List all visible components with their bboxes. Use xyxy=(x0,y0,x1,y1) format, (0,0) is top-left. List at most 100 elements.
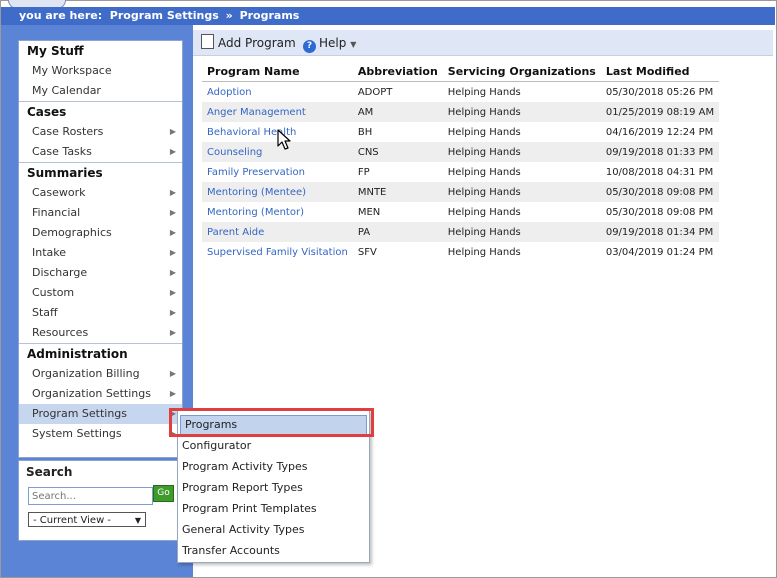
abbreviation-cell: SFV xyxy=(357,246,377,258)
servicing-org-cell: Helping Hands xyxy=(447,206,521,218)
servicing-org-cell: Helping Hands xyxy=(442,102,601,122)
last-modified-cell: 09/19/2018 01:34 PM xyxy=(600,222,720,242)
program-name-link[interactable]: Family Preservation xyxy=(202,162,353,182)
sidebar-item-label: System Settings xyxy=(32,427,122,440)
program-name-link[interactable]: Supervised Family Visitation xyxy=(202,242,353,262)
sidebar-item-system-settings[interactable]: System Settings ▶ xyxy=(19,424,182,444)
abbreviation-cell: ADOPT xyxy=(357,86,393,98)
sidebar-item-label: Case Rosters xyxy=(32,125,104,138)
abbreviation-cell: AM xyxy=(352,102,443,122)
sidebar-nav: My Stuff My Workspace My Calendar Cases … xyxy=(18,40,183,458)
sidebar-item-label: Financial xyxy=(32,206,81,219)
help-button[interactable]: ? Help ▼ xyxy=(303,34,357,53)
breadcrumb-current: Programs xyxy=(239,9,300,22)
submenu-item-transfer-accounts[interactable]: Transfer Accounts xyxy=(178,540,369,561)
submenu-item-program-print-templates[interactable]: Program Print Templates xyxy=(178,498,369,519)
column-header-program-name[interactable]: Program Name xyxy=(202,62,353,82)
chevron-right-icon: ▶ xyxy=(169,369,176,378)
column-header-abbreviation[interactable]: Abbreviation xyxy=(352,62,443,82)
sidebar-item-my-workspace[interactable]: My Workspace xyxy=(19,61,182,81)
sidebar-item-label: Custom xyxy=(32,286,75,299)
view-select[interactable]: - Current View - ▼ xyxy=(28,512,146,527)
abbreviation-cell: FP xyxy=(357,166,370,178)
sidebar-item-custom[interactable]: Custom ▶ xyxy=(19,283,182,303)
sidebar-item-discharge[interactable]: Discharge ▶ xyxy=(19,263,182,283)
submenu-item-program-activity-types[interactable]: Program Activity Types xyxy=(178,456,369,477)
chevron-right-icon: ▶ xyxy=(169,328,176,337)
sidebar-item-program-settings[interactable]: Program Settings ▶ xyxy=(19,404,182,424)
abbreviation-cell: CNS xyxy=(352,142,443,162)
sidebar-item-staff[interactable]: Staff ▶ xyxy=(19,303,182,323)
chevron-right-icon: ▶ xyxy=(169,268,176,277)
sidebar-item-intake[interactable]: Intake ▶ xyxy=(19,243,182,263)
submenu-item-general-activity-types[interactable]: General Activity Types xyxy=(178,519,369,540)
add-program-button[interactable]: Add Program xyxy=(201,34,296,52)
breadcrumb-separator: » xyxy=(225,9,233,22)
sidebar-item-organization-settings[interactable]: Organization Settings ▶ xyxy=(19,384,182,404)
chevron-right-icon: ▶ xyxy=(169,288,176,297)
servicing-org-cell: Helping Hands xyxy=(447,246,521,258)
column-header-last-modified[interactable]: Last Modified xyxy=(600,62,720,82)
sidebar-item-case-rosters[interactable]: Case Rosters ▶ xyxy=(19,122,182,142)
section-administration: Administration xyxy=(19,343,182,364)
sidebar-item-organization-billing[interactable]: Organization Billing ▶ xyxy=(19,364,182,384)
program-name-link[interactable]: Mentoring (Mentor) xyxy=(202,202,353,222)
caret-down-icon: ▼ xyxy=(134,516,141,525)
last-modified-cell: 03/04/2019 01:24 PM xyxy=(605,246,714,258)
highlight-annotation xyxy=(169,408,374,437)
toolbar: Add Program ? Help ▼ xyxy=(193,30,773,56)
breadcrumb-parent-link[interactable]: Program Settings xyxy=(110,9,219,22)
chevron-right-icon: ▶ xyxy=(169,308,176,317)
search-title: Search xyxy=(26,465,73,479)
submenu-item-program-report-types[interactable]: Program Report Types xyxy=(178,477,369,498)
abbreviation-cell: MEN xyxy=(357,206,381,218)
sidebar-item-label: Staff xyxy=(32,306,58,319)
servicing-org-cell: Helping Hands xyxy=(447,166,521,178)
table-row: Adoption ADOPT Helping Hands 05/30/2018 … xyxy=(202,82,719,103)
last-modified-cell: 09/19/2018 01:33 PM xyxy=(600,142,720,162)
sidebar-item-financial[interactable]: Financial ▶ xyxy=(19,203,182,223)
sidebar-item-case-tasks[interactable]: Case Tasks ▶ xyxy=(19,142,182,162)
program-name-link[interactable]: Parent Aide xyxy=(202,222,353,242)
last-modified-cell: 01/25/2019 08:19 AM xyxy=(600,102,720,122)
add-program-label: Add Program xyxy=(218,36,296,50)
sidebar-item-label: Case Tasks xyxy=(32,145,92,158)
table-row: Supervised Family Visitation SFV Helping… xyxy=(202,242,719,262)
table-row: Mentoring (Mentee) MNTE Helping Hands 05… xyxy=(202,182,720,202)
servicing-org-cell: Helping Hands xyxy=(442,142,601,162)
program-name-link[interactable]: Mentoring (Mentee) xyxy=(202,182,353,202)
sidebar-item-resources[interactable]: Resources ▶ xyxy=(19,323,182,343)
submenu-item-configurator[interactable]: Configurator xyxy=(178,435,369,456)
chevron-right-icon: ▶ xyxy=(169,147,176,156)
chevron-right-icon: ▶ xyxy=(169,248,176,257)
table-row: Mentoring (Mentor) MEN Helping Hands 05/… xyxy=(202,202,719,222)
programs-table: Program Name Abbreviation Servicing Orga… xyxy=(202,62,720,262)
view-select-value: - Current View - xyxy=(33,515,112,526)
caret-down-icon: ▼ xyxy=(350,40,357,49)
column-header-servicing-organizations[interactable]: Servicing Organizations xyxy=(442,62,601,82)
sidebar-item-label: Intake xyxy=(32,246,67,259)
chevron-right-icon: ▶ xyxy=(169,228,176,237)
search-input[interactable] xyxy=(28,487,153,505)
sidebar-item-label: Resources xyxy=(32,326,89,339)
chevron-right-icon: ▶ xyxy=(169,127,176,136)
sidebar-item-label: My Workspace xyxy=(32,64,112,77)
abbreviation-cell: BH xyxy=(357,126,373,138)
section-summaries: Summaries xyxy=(19,162,182,183)
sidebar-item-casework[interactable]: Casework ▶ xyxy=(19,183,182,203)
last-modified-cell: 05/30/2018 05:26 PM xyxy=(605,86,714,98)
go-button[interactable]: Go xyxy=(153,485,174,502)
sidebar-item-label: Demographics xyxy=(32,226,112,239)
sidebar-item-label: Discharge xyxy=(32,266,88,279)
section-cases: Cases xyxy=(19,101,182,122)
sidebar-item-demographics[interactable]: Demographics ▶ xyxy=(19,223,182,243)
last-modified-cell: 10/08/2018 04:31 PM xyxy=(605,166,714,178)
sidebar-item-label: Casework xyxy=(32,186,86,199)
table-header-row: Program Name Abbreviation Servicing Orga… xyxy=(202,62,720,82)
sidebar-item-my-calendar[interactable]: My Calendar xyxy=(19,81,182,101)
program-name-link[interactable]: Anger Management xyxy=(202,102,353,122)
abbreviation-cell: PA xyxy=(352,222,443,242)
program-name-link[interactable]: Adoption xyxy=(202,82,353,103)
sidebar-item-label: Organization Settings xyxy=(32,387,151,400)
mouse-pointer-icon xyxy=(277,129,291,150)
